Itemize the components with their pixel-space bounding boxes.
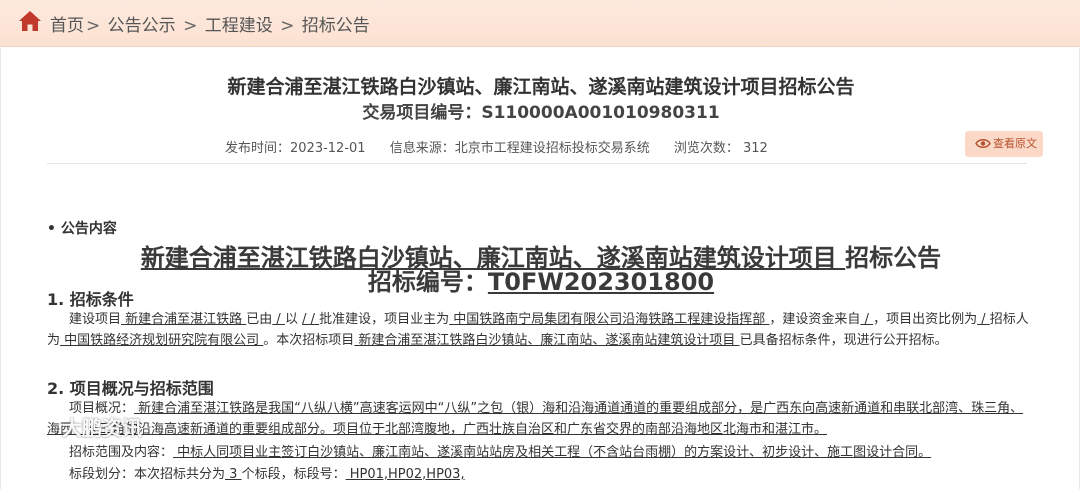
- blank-field: 新建合浦至湛江铁路白沙镇站、廉江南站、遂溪南站建筑设计项目: [354, 333, 740, 348]
- blank-field: 中国铁路南宁局集团有限公司沿海铁路工程建设指挥部: [449, 312, 770, 327]
- section-2-lots: 标段划分：本次招标共分为 3 个标段，标段号： HP01,HP02,HP03,: [47, 464, 1032, 485]
- page-title: 新建合浦至湛江铁路白沙镇站、廉江南站、遂溪南站建筑设计项目招标公告: [227, 76, 855, 98]
- breadcrumb-separator: >: [183, 16, 198, 36]
- divider: [47, 163, 1027, 164]
- publish-date: 发布时间：2023-12-01: [225, 141, 366, 156]
- section-2-scope: 招标范围及内容： 中标人同项目业主签订白沙镇站、廉江南站、遂溪南站站房及相关工程…: [47, 442, 1032, 463]
- text: 。本次招标项目: [263, 333, 355, 348]
- text: 个标段，标段号：: [241, 467, 346, 482]
- breadcrumb-announcements[interactable]: 公告公示: [108, 16, 176, 36]
- breadcrumb-tender-notice[interactable]: 招标公告: [302, 16, 370, 36]
- section-heading-1: 1. 招标条件: [47, 290, 134, 309]
- breadcrumb-bar: 首页 > 公告公示 > 工程建设 > 招标公告: [0, 0, 1080, 47]
- blank-field: /: [302, 312, 311, 327]
- document-code-value: T0FW202301800: [487, 268, 715, 296]
- eye-icon: [975, 139, 991, 148]
- breadcrumb-home[interactable]: 首页: [50, 16, 84, 36]
- blank-field: 新建合浦至湛江铁路是我国“八纵八横”高速客运网中“八纵”之包（银）海和沿海通道通…: [47, 401, 1024, 437]
- article-page: 新建合浦至湛江铁路白沙镇站、廉江南站、遂溪南站建筑设计项目招标公告 交易项目编号…: [0, 46, 1080, 489]
- text: ，项目出资比例为: [873, 312, 978, 327]
- home-icon[interactable]: [18, 10, 42, 32]
- text: 批准建设，项目业主为: [319, 312, 450, 327]
- blank-field: HP01,HP02,HP03,: [345, 467, 465, 482]
- blank-field: 中国铁路经济规划研究院有限公司: [60, 333, 264, 348]
- text: 标段划分：本次招标共分为: [69, 467, 226, 482]
- breadcrumb: 首页 > 公告公示 > 工程建设 > 招标公告: [50, 11, 370, 36]
- text: 建设项目: [69, 312, 122, 327]
- text: 已由: [246, 312, 273, 327]
- text: 以: [284, 312, 298, 327]
- blank-field: 新建合浦至湛江铁路: [121, 312, 247, 327]
- view-original-label: 查看原文: [993, 137, 1037, 150]
- blank-field: 3: [225, 467, 242, 482]
- weibo-icon: [6, 416, 30, 434]
- watermark-text: 大鹏资讯: [62, 416, 142, 440]
- blank-field: /: [977, 312, 990, 327]
- section-1-paragraph: 建设项目 新建合浦至湛江铁路 已由 / 以 / / 批准建设，项目业主为 中国铁…: [47, 309, 1032, 351]
- section-heading-2: 2. 项目概况与招标范围: [47, 379, 214, 398]
- breadcrumb-separator: >: [280, 16, 295, 36]
- info-source: 信息来源：北京市工程建设招标投标交易系统: [389, 141, 650, 156]
- text: 已具备招标条件，现进行公开招标。: [739, 333, 948, 348]
- blank-field: /: [310, 312, 320, 327]
- view-original-button[interactable]: 查看原文: [965, 131, 1043, 157]
- section-label: • 公告内容: [47, 221, 117, 237]
- project-code: 交易项目编号：S110000A001010980311: [362, 103, 720, 123]
- text: ，建设资金来自: [769, 312, 861, 327]
- breadcrumb-separator: >: [86, 16, 101, 36]
- section-2-overview: 项目概况： 新建合浦至湛江铁路是我国“八纵八横”高速客运网中“八纵”之包（银）海…: [47, 398, 1032, 440]
- blank-field: 中标人同项目业主签订白沙镇站、廉江南站、遂溪南站站房及相关工程（不含站台雨棚）的…: [173, 445, 932, 460]
- text: 招标范围及内容：: [69, 445, 174, 460]
- document-code: 招标编号：T0FW202301800: [1, 262, 1080, 297]
- breadcrumb-construction[interactable]: 工程建设: [205, 16, 273, 36]
- document-code-label: 招标编号：: [367, 268, 488, 296]
- blank-field: /: [272, 312, 285, 327]
- blank-field: /: [860, 312, 874, 327]
- view-count: 浏览次数： 312: [673, 141, 768, 156]
- article-meta: 发布时间：2023-12-01 信息来源：北京市工程建设招标投标交易系统 浏览次…: [225, 137, 788, 156]
